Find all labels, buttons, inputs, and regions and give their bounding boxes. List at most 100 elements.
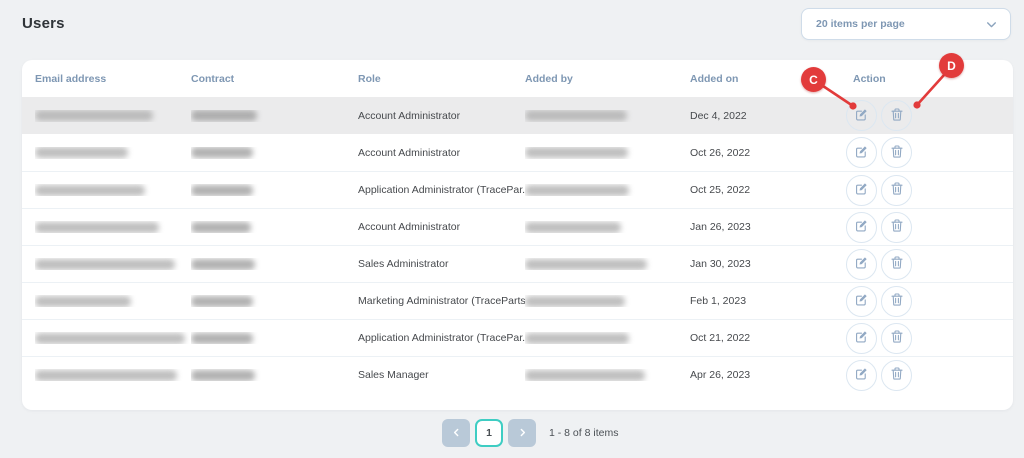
email-redacted xyxy=(35,296,131,307)
email-redacted xyxy=(35,259,175,270)
added-on-cell: Dec 4, 2022 xyxy=(690,110,822,122)
edit-button[interactable] xyxy=(846,175,877,206)
table-header-row: Email address Contract Role Added by Add… xyxy=(22,60,1013,97)
trash-icon xyxy=(891,219,903,235)
table-row: Account Administrator Jan 26, 2023 xyxy=(22,208,1013,245)
table-row: Account Administrator Dec 4, 2022 xyxy=(22,97,1013,134)
added-on-cell: Jan 26, 2023 xyxy=(690,221,822,233)
trash-icon xyxy=(891,145,903,161)
delete-button[interactable] xyxy=(881,323,912,354)
annotation-badge-c: C xyxy=(801,67,826,92)
trash-icon xyxy=(891,182,903,198)
email-redacted xyxy=(35,370,177,381)
delete-button[interactable] xyxy=(881,175,912,206)
delete-button[interactable] xyxy=(881,100,912,131)
added-on-cell: Oct 21, 2022 xyxy=(690,332,822,344)
email-redacted xyxy=(35,185,145,196)
edit-icon xyxy=(855,182,868,198)
email-redacted xyxy=(35,222,159,233)
role-cell: Account Administrator xyxy=(358,147,525,159)
chevron-left-icon xyxy=(451,426,462,441)
trash-icon xyxy=(891,108,903,124)
contract-redacted xyxy=(191,147,253,158)
edit-icon xyxy=(855,108,868,124)
added-by-redacted xyxy=(525,259,647,270)
items-per-page-value: 20 items per page xyxy=(816,18,985,30)
pagination: 1 1 - 8 of 8 items xyxy=(442,419,618,447)
edit-icon xyxy=(855,293,868,309)
email-redacted xyxy=(35,147,128,158)
added-on-cell: Oct 26, 2022 xyxy=(690,147,822,159)
edit-button[interactable] xyxy=(846,360,877,391)
added-by-redacted xyxy=(525,333,629,344)
next-page-button[interactable] xyxy=(508,419,536,447)
table-row: Marketing Administrator (TraceParts) Feb… xyxy=(22,282,1013,319)
added-by-redacted xyxy=(525,370,645,381)
column-header-role: Role xyxy=(358,73,525,85)
column-header-action: Action xyxy=(822,73,1013,85)
role-cell: Account Administrator xyxy=(358,221,525,233)
role-cell: Sales Manager xyxy=(358,369,525,381)
edit-button[interactable] xyxy=(846,212,877,243)
edit-icon xyxy=(855,145,868,161)
edit-button[interactable] xyxy=(846,249,877,280)
contract-redacted xyxy=(191,333,253,344)
annotation-badge-d: D xyxy=(939,53,964,78)
users-table-card: Email address Contract Role Added by Add… xyxy=(22,60,1013,410)
edit-icon xyxy=(855,219,868,235)
edit-button[interactable] xyxy=(846,323,877,354)
prev-page-button[interactable] xyxy=(442,419,470,447)
role-cell: Application Administrator (TracePar... xyxy=(358,332,525,344)
chevron-right-icon xyxy=(517,426,528,441)
edit-button[interactable] xyxy=(846,137,877,168)
added-by-redacted xyxy=(525,185,629,196)
items-per-page-select[interactable]: 20 items per page xyxy=(801,8,1011,40)
edit-button[interactable] xyxy=(846,286,877,317)
role-cell: Sales Administrator xyxy=(358,258,525,270)
contract-redacted xyxy=(191,185,253,196)
trash-icon xyxy=(891,367,903,383)
page-1-button[interactable]: 1 xyxy=(475,419,503,447)
contract-redacted xyxy=(191,222,251,233)
edit-icon xyxy=(855,330,868,346)
added-on-cell: Feb 1, 2023 xyxy=(690,295,822,307)
added-on-cell: Jan 30, 2023 xyxy=(690,258,822,270)
role-cell: Marketing Administrator (TraceParts) xyxy=(358,295,525,307)
column-header-added-by: Added by xyxy=(525,73,690,85)
edit-button[interactable] xyxy=(846,100,877,131)
delete-button[interactable] xyxy=(881,212,912,243)
email-redacted xyxy=(35,333,185,344)
delete-button[interactable] xyxy=(881,249,912,280)
table-row: Application Administrator (TracePar... O… xyxy=(22,319,1013,356)
contract-redacted xyxy=(191,370,255,381)
edit-icon xyxy=(855,256,868,272)
column-header-contract: Contract xyxy=(191,73,358,85)
pagination-summary: 1 - 8 of 8 items xyxy=(549,427,618,439)
added-by-redacted xyxy=(525,296,625,307)
table-row: Application Administrator (TracePar... O… xyxy=(22,171,1013,208)
table-row: Account Administrator Oct 26, 2022 xyxy=(22,134,1013,171)
added-by-redacted xyxy=(525,147,628,158)
email-redacted xyxy=(35,110,153,121)
column-header-email: Email address xyxy=(35,73,191,85)
added-on-cell: Oct 25, 2022 xyxy=(690,184,822,196)
trash-icon xyxy=(891,330,903,346)
trash-icon xyxy=(891,256,903,272)
contract-redacted xyxy=(191,296,253,307)
table-row: Sales Administrator Jan 30, 2023 xyxy=(22,245,1013,282)
added-by-redacted xyxy=(525,110,627,121)
page-title: Users xyxy=(22,15,65,32)
delete-button[interactable] xyxy=(881,286,912,317)
contract-redacted xyxy=(191,110,257,121)
table-row: Sales Manager Apr 26, 2023 xyxy=(22,356,1013,393)
delete-button[interactable] xyxy=(881,137,912,168)
added-on-cell: Apr 26, 2023 xyxy=(690,369,822,381)
edit-icon xyxy=(855,367,868,383)
trash-icon xyxy=(891,293,903,309)
chevron-down-icon xyxy=(985,18,998,31)
role-cell: Application Administrator (TracePar... xyxy=(358,184,525,196)
delete-button[interactable] xyxy=(881,360,912,391)
role-cell: Account Administrator xyxy=(358,110,525,122)
contract-redacted xyxy=(191,259,255,270)
added-by-redacted xyxy=(525,222,621,233)
